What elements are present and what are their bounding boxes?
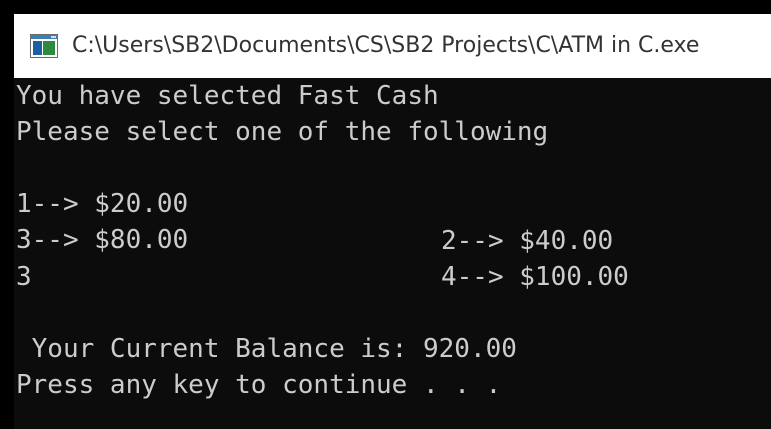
console-output[interactable]: You have selected Fast Cash Please selec…	[14, 78, 771, 429]
desktop-background: C:\Users\SB2\Documents\CS\SB2 Projects\C…	[0, 0, 771, 429]
options-row-2: 3--> $80.00 4--> $100.00	[16, 186, 756, 291]
option-2: 2--> $40.00	[441, 225, 614, 256]
console-app-icon	[30, 34, 58, 58]
console-balance-line: Your Current Balance is: 920.00	[16, 334, 517, 364]
console-line-instruction: Please select one of the following	[16, 117, 549, 147]
console-window[interactable]: C:\Users\SB2\Documents\CS\SB2 Projects\C…	[14, 14, 771, 429]
option-3: 3--> $80.00	[16, 225, 189, 256]
options-row-1: 1--> $20.00 2--> $40.00	[16, 150, 756, 255]
console-user-input: 3	[16, 262, 32, 292]
window-title: C:\Users\SB2\Documents\CS\SB2 Projects\C…	[72, 33, 700, 58]
option-4: 4--> $100.00	[441, 261, 629, 292]
window-titlebar[interactable]: C:\Users\SB2\Documents\CS\SB2 Projects\C…	[14, 14, 771, 78]
console-continue-prompt: Press any key to continue . . .	[16, 370, 502, 400]
console-line-selection: You have selected Fast Cash	[16, 81, 439, 111]
